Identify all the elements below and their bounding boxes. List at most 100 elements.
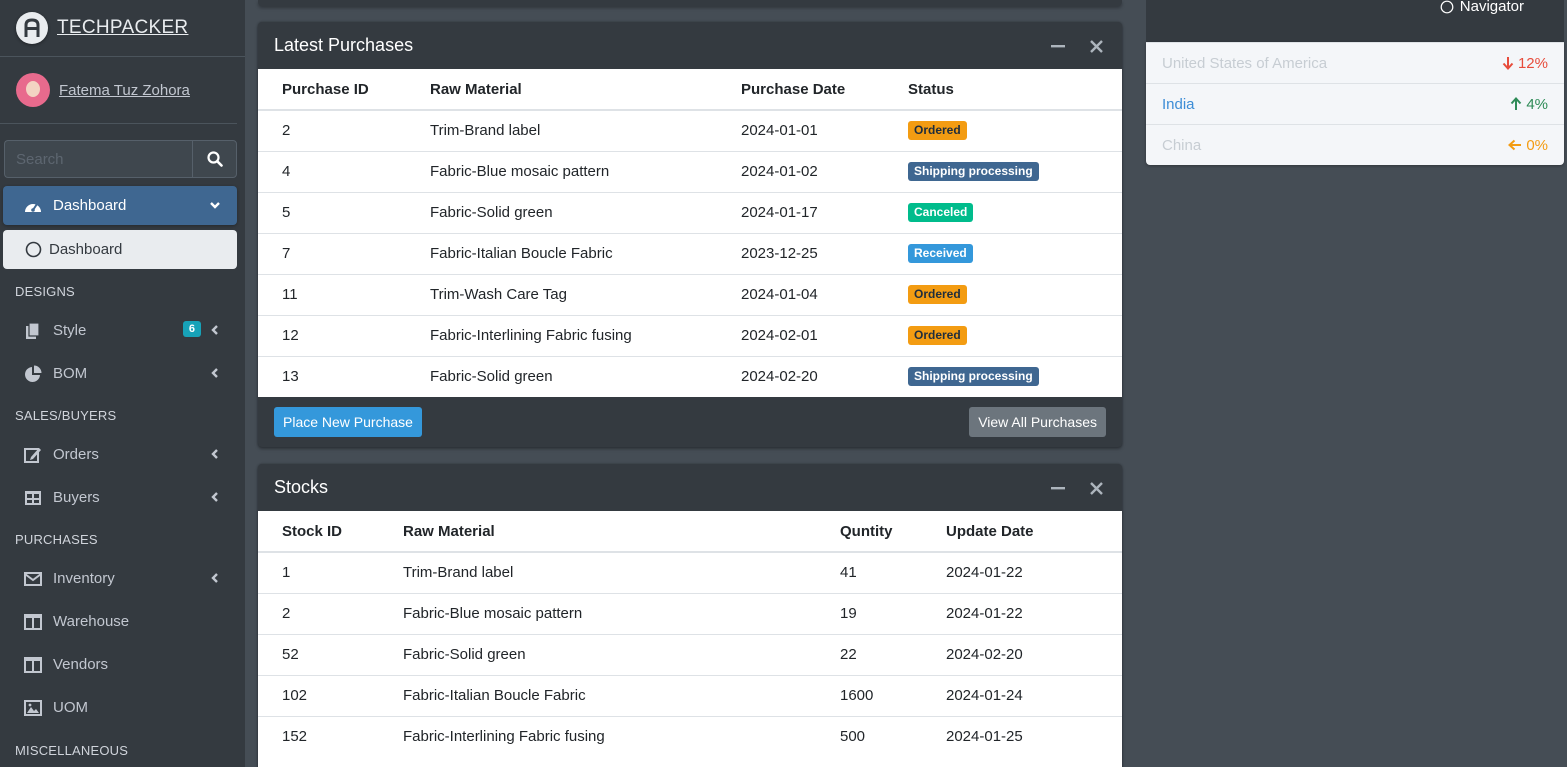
sidebar-item-label: Dashboard [53, 197, 127, 214]
card-header: Latest Purchases [258, 22, 1122, 69]
user-name-link[interactable]: Fatema Tuz Zohora [59, 82, 190, 99]
update-date: 2024-01-22 [922, 592, 1122, 634]
status-badge: Received [908, 243, 973, 264]
sidebar-item-label: Buyers [53, 489, 100, 506]
sidebar-item-inventory[interactable]: Inventory [3, 559, 237, 598]
sidebar-item-bom[interactable]: BOM [3, 354, 237, 393]
column-header: Raw Material [379, 511, 816, 553]
table-row[interactable]: 11 Trim-Wash Care Tag 2024-01-04 Ordered [258, 273, 1122, 315]
sidebar-item-buyers[interactable]: Buyers [3, 478, 237, 517]
sidebar-subitem-dashboard[interactable]: Dashboard [3, 230, 237, 269]
status-cell: Ordered [884, 110, 1122, 151]
sidebar-item-orders[interactable]: Orders [3, 435, 237, 474]
sidebar-item-dashboard[interactable]: Dashboard [3, 186, 237, 225]
country-name: United States of America [1162, 54, 1328, 72]
table-row[interactable]: 152 Fabric-Interlining Fabric fusing 500… [258, 715, 1122, 757]
chevron-left-icon [209, 447, 221, 464]
sidebar-item-label: Warehouse [53, 613, 130, 630]
table-row[interactable]: 13 Fabric-Solid green 2024-02-20 Shippin… [258, 355, 1122, 397]
table-row[interactable]: 12 Fabric-Interlining Fabric fusing 2024… [258, 314, 1122, 356]
close-icon [1089, 39, 1103, 53]
view-all-purchases-button[interactable]: View All Purchases [969, 406, 1106, 437]
brand-name[interactable]: TECHPACKER [57, 17, 188, 39]
style-count-badge: 6 [182, 321, 201, 337]
close-icon [1089, 481, 1103, 495]
sidebar-item-label: BOM [53, 365, 88, 382]
status-cell: Ordered [884, 314, 1122, 356]
remove-button[interactable] [1088, 480, 1104, 496]
quantity: 41 [840, 564, 857, 582]
update-date: 2024-02-20 [922, 633, 1122, 675]
list-item[interactable]: United States of America 12% [1146, 42, 1564, 83]
raw-material: Fabric-Interlining Fabric fusing [379, 715, 816, 757]
update-date: 2024-01-22 [946, 564, 1023, 582]
quantity: 19 [816, 592, 922, 634]
remove-button[interactable] [1088, 38, 1104, 54]
list-item[interactable]: India 4% [1146, 83, 1564, 124]
sidebar-item-uom[interactable]: UOM [3, 688, 237, 727]
nav-header-miscellaneous: MISCELLANEOUS [15, 743, 129, 758]
latest-purchases-card: Latest Purchases Purchase ID Raw Materia… [258, 22, 1122, 447]
status-cell: Received [884, 232, 1122, 274]
list-item[interactable]: China 0% [1146, 124, 1564, 165]
navigator-radio[interactable]: Navigator [1440, 0, 1524, 15]
purchase-id: 5 [258, 191, 406, 233]
arrow-left-icon [1508, 139, 1522, 151]
card-tools [1050, 480, 1104, 496]
status-badge: Ordered [908, 325, 967, 346]
status-badge: Ordered [908, 284, 967, 305]
sidebar-item-vendors[interactable]: Vendors [3, 645, 237, 684]
sidebar-subitem-label: Dashboard [49, 241, 123, 258]
raw-material: Fabric-Italian Boucle Fabric [406, 232, 717, 274]
stock-id: 102 [258, 674, 379, 716]
card-tools [1050, 38, 1104, 54]
status-cell: Ordered [884, 273, 1122, 315]
table-row[interactable]: 2 Fabric-Blue mosaic pattern 19 2024-01-… [258, 592, 1122, 634]
raw-material: Fabric-Blue mosaic pattern [379, 592, 816, 634]
search-input[interactable] [4, 140, 192, 178]
raw-material: Fabric-Solid green [379, 633, 816, 675]
status-cell: Canceled [884, 191, 1122, 233]
collapse-button[interactable] [1050, 38, 1066, 54]
sidebar-item-label: UOM [53, 699, 88, 716]
column-header: Update Date [922, 511, 1122, 553]
purchase-date: 2024-02-01 [717, 314, 884, 356]
sidebar-item-style[interactable]: Style 6 [3, 311, 237, 350]
minus-icon [1051, 45, 1065, 48]
place-new-purchase-button[interactable]: Place New Purchase [274, 406, 422, 437]
sidebar-item-warehouse[interactable]: Warehouse [3, 602, 237, 641]
trend: 4% [1510, 96, 1548, 113]
search-icon [206, 151, 223, 167]
status-cell: Shipping processing [884, 355, 1122, 397]
purchase-date: 2024-01-04 [717, 273, 884, 315]
change-value: 12% [1517, 54, 1548, 72]
table-row[interactable]: 5 Fabric-Solid green 2024-01-17 Canceled [258, 191, 1122, 233]
stock-id: 52 [258, 633, 379, 675]
raw-material: Fabric-Italian Boucle Fabric [379, 674, 816, 716]
table-row[interactable]: 7 Fabric-Italian Boucle Fabric 2023-12-2… [258, 232, 1122, 274]
trend: 0% [1508, 137, 1548, 154]
purchase-date: 2024-01-01 [741, 122, 818, 140]
table-row[interactable]: 2 Trim-Brand label 2024-01-01 Ordered [258, 110, 1122, 151]
purchase-id: 11 [258, 273, 406, 315]
collapse-button[interactable] [1050, 480, 1066, 496]
search-button[interactable] [192, 140, 237, 178]
table-row[interactable]: 4 Fabric-Blue mosaic pattern 2024-01-02 … [258, 150, 1122, 192]
card-body: Stock ID Raw Material Quntity Update Dat… [258, 511, 1122, 767]
status-badge: Shipping processing [908, 161, 1039, 182]
brand-link[interactable]: TECHPACKER [0, 0, 245, 57]
stocks-table: Stock ID Raw Material Quntity Update Dat… [258, 511, 1122, 757]
chevron-left-icon [209, 366, 221, 383]
column-header: Status [884, 69, 1122, 111]
navigator-label: Navigator [1459, 0, 1524, 15]
table-row[interactable]: 102 Fabric-Italian Boucle Fabric 1600 20… [258, 674, 1122, 716]
stock-id: 152 [258, 715, 379, 757]
purchases-table: Purchase ID Raw Material Purchase Date S… [258, 69, 1122, 397]
raw-material: Fabric-Solid green [406, 191, 717, 233]
table-row[interactable]: 1 Trim-Brand label 41 2024-01-22 [258, 552, 1122, 593]
table-row[interactable]: 52 Fabric-Solid green 22 2024-02-20 [258, 633, 1122, 675]
chevron-left-icon [209, 490, 221, 507]
column-header: Purchase Date [717, 69, 884, 111]
country-name: China [1162, 136, 1202, 154]
image-icon [23, 699, 43, 717]
